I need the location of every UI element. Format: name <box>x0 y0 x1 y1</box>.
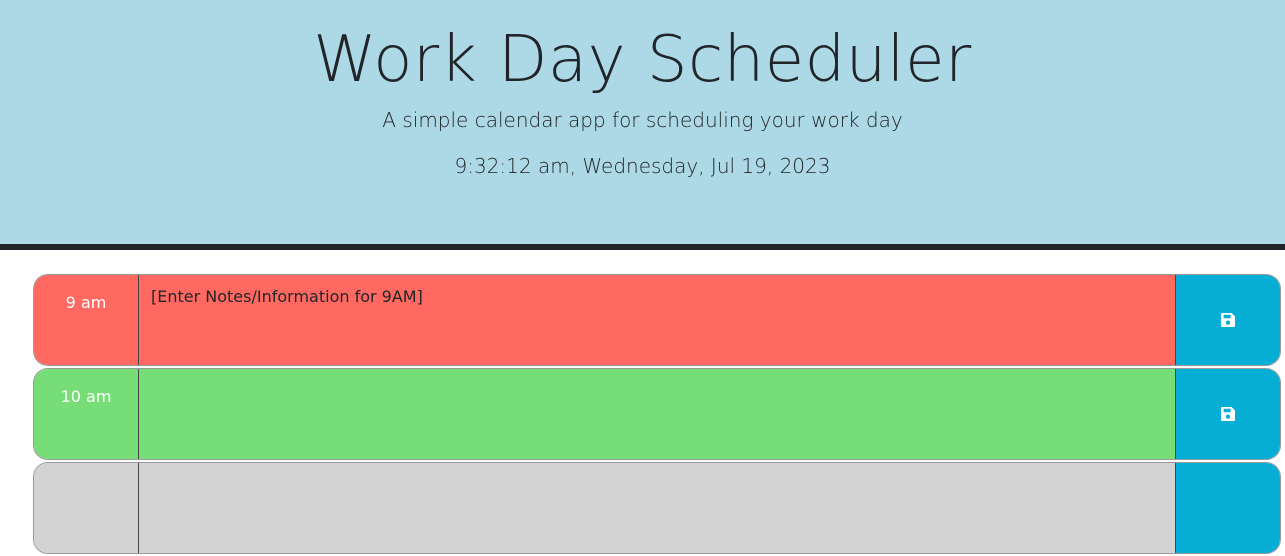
floppy-disk-icon <box>1221 313 1235 327</box>
header: Work Day Scheduler A simple calendar app… <box>0 0 1285 250</box>
note-textarea[interactable] <box>139 369 1176 459</box>
save-button[interactable] <box>1176 463 1280 553</box>
current-datetime: 9:32:12 am, Wednesday, Jul 19, 2023 <box>454 154 831 178</box>
page-subtitle: A simple calendar app for scheduling you… <box>382 108 903 132</box>
hour-label <box>34 463 139 553</box>
note-textarea[interactable]: [Enter Notes/Information for 9AM] <box>139 275 1176 365</box>
time-block-partial <box>33 462 1281 554</box>
save-button[interactable] <box>1176 275 1280 365</box>
note-textarea[interactable] <box>139 463 1176 553</box>
floppy-disk-icon <box>1221 407 1235 421</box>
page-title: Work Day Scheduler <box>313 23 972 97</box>
time-block-10am: 10 am <box>33 368 1281 460</box>
save-button[interactable] <box>1176 369 1280 459</box>
hour-label: 9 am <box>34 275 139 365</box>
time-block-9am: 9 am [Enter Notes/Information for 9AM] <box>33 274 1281 366</box>
hour-label: 10 am <box>34 369 139 459</box>
time-block-list: 9 am [Enter Notes/Information for 9AM] 1… <box>33 274 1281 556</box>
